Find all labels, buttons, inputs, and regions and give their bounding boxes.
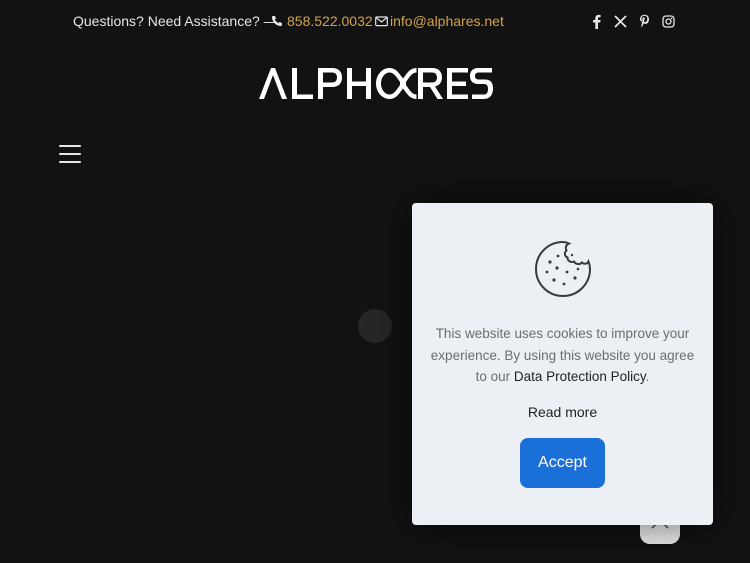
menu-line (59, 153, 81, 155)
data-protection-policy-link[interactable]: Data Protection Policy (514, 369, 646, 384)
hamburger-menu-icon[interactable] (59, 145, 81, 163)
cookie-consent-panel: This website uses cookies to improve you… (412, 203, 713, 525)
x-twitter-icon[interactable] (612, 13, 628, 29)
accept-button[interactable]: Accept (520, 438, 605, 488)
social-links (588, 13, 676, 29)
top-bar: Questions? Need Assistance? — 858.522.00… (0, 0, 750, 42)
pinterest-icon[interactable] (636, 13, 652, 29)
email-address: info@alphares.net (390, 13, 504, 29)
assistance-text: Questions? Need Assistance? — (73, 13, 278, 29)
menu-line (59, 161, 81, 163)
cookie-message: This website uses cookies to improve you… (430, 323, 695, 388)
phone-number: 858.522.0032 (287, 13, 373, 29)
alphores-logo (259, 68, 493, 99)
cookie-icon (533, 240, 593, 300)
cookie-message-period: . (645, 369, 650, 385)
menu-line (59, 145, 81, 147)
instagram-icon[interactable] (660, 13, 676, 29)
envelope-icon (375, 14, 388, 28)
facebook-icon[interactable] (588, 13, 604, 29)
read-more-link[interactable]: Read more (412, 404, 713, 420)
phone-icon (271, 14, 284, 28)
email-link[interactable]: info@alphares.net (375, 13, 504, 29)
site-logo[interactable] (258, 66, 494, 100)
phone-link[interactable]: 858.522.0032 (271, 13, 373, 29)
loading-spinner (358, 309, 392, 343)
